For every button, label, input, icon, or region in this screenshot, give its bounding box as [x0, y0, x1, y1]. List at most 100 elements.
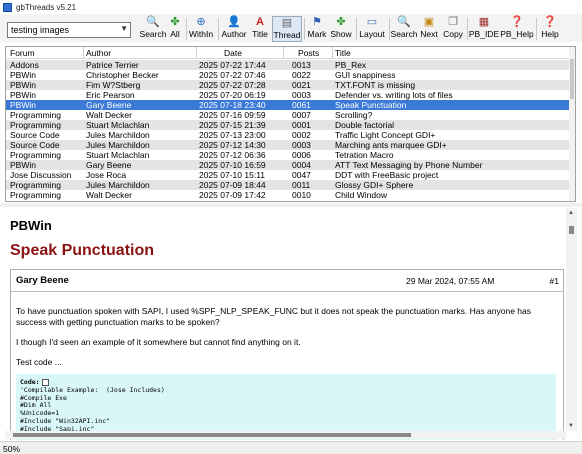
- author-button[interactable]: 👤 Author: [220, 16, 248, 42]
- cell-date: 2025 07-10 15:11: [199, 170, 266, 180]
- topic-title: Speak Punctuation: [10, 242, 155, 259]
- status-bar: 50%: [0, 441, 582, 454]
- layout-icon: ▭: [366, 16, 378, 28]
- all-button-label: All: [170, 29, 180, 39]
- within-button[interactable]: ⊕ WithIn: [188, 16, 214, 42]
- thread-row[interactable]: Programming Stuart Mclachlan 2025 07-12 06…: [6, 150, 572, 160]
- thread-row[interactable]: Programming Walt Decker 2025 07-16 09:59 00…: [6, 110, 572, 120]
- column-header-author[interactable]: Author: [86, 48, 111, 58]
- cell-date: 2025 07-09 17:42: [199, 190, 266, 200]
- code-select-checkbox[interactable]: [41, 378, 49, 386]
- thread-button[interactable]: ▤ Thread: [272, 16, 302, 42]
- cell-forum: Addons: [10, 60, 39, 70]
- horizontal-scrollbar[interactable]: [5, 431, 566, 439]
- help-icon: ❓: [510, 16, 524, 28]
- chevron-down-icon[interactable]: ▼: [120, 24, 128, 33]
- search-button[interactable]: 🔍 Search: [139, 16, 167, 42]
- post-paragraph: I though I'd seen an example of it somew…: [16, 337, 301, 347]
- thread-row[interactable]: Programming Walt Decker 2025 07-09 17:42 00…: [6, 190, 572, 200]
- cell-author: Jules Marchildon: [86, 180, 150, 190]
- thread-row[interactable]: Programming Jules Marchildon 2025 07-09 18…: [6, 180, 572, 190]
- help-icon: ❓: [543, 16, 557, 28]
- thread-row[interactable]: Jose Discussion Jose Roca 2025 07-10 15:11…: [6, 170, 572, 180]
- scroll-thumb[interactable]: [13, 433, 411, 437]
- next-button[interactable]: ▣ Next: [418, 16, 440, 42]
- column-divider[interactable]: [332, 47, 333, 59]
- title-button-label: Title: [252, 29, 268, 39]
- search-combo[interactable]: testing images ▼: [7, 22, 131, 38]
- cell-author: Gary Beene: [86, 100, 132, 110]
- cell-author: Stuart Mclachlan: [86, 150, 150, 160]
- cell-forum: Programming: [10, 120, 62, 130]
- column-header-forum[interactable]: Forum: [10, 48, 35, 58]
- column-header-date[interactable]: Date: [224, 48, 242, 58]
- column-divider[interactable]: [83, 47, 84, 59]
- pb-ide-button[interactable]: ▦ PB_IDE: [469, 16, 499, 42]
- thread-view-scrollbar[interactable]: ▲ ▼: [566, 208, 577, 431]
- column-header-title[interactable]: Title: [335, 48, 351, 58]
- cell-title: Child Window: [335, 190, 387, 200]
- thread-row[interactable]: Source Code Jules Marchildon 2025 07-12 14…: [6, 140, 572, 150]
- scroll-thumb[interactable]: [569, 226, 574, 234]
- cell-date: 2025 07-10 16:59: [199, 160, 266, 170]
- cell-posts: 0013: [292, 60, 311, 70]
- column-header-posts[interactable]: Posts: [298, 48, 319, 58]
- cell-date: 2025 07-12 14:30: [199, 140, 266, 150]
- thread-row[interactable]: Programming Stuart Mclachlan 2025 07-15 21…: [6, 120, 572, 130]
- mark-button[interactable]: ⚑ Mark: [306, 16, 328, 42]
- cell-posts: 0022: [292, 70, 311, 80]
- post-paragraph: Test code ...: [16, 357, 62, 367]
- title-button[interactable]: A Title: [249, 16, 271, 42]
- thread-row[interactable]: PBWin Gary Beene 2025 07-10 16:59 0004 ATT T…: [6, 160, 572, 170]
- column-divider[interactable]: [196, 47, 197, 59]
- post-body: To have punctuation spoken with SAPI, I …: [16, 306, 556, 377]
- thread-list[interactable]: Forum Author Date Posts Title Addons Patr…: [5, 46, 576, 202]
- next-button-label: Next: [420, 29, 438, 39]
- cell-posts: 0010: [292, 190, 311, 200]
- scroll-up-icon[interactable]: ▲: [568, 210, 574, 216]
- thread-list-scrollbar[interactable]: [569, 47, 575, 201]
- cell-date: 2025 07-13 23:00: [199, 130, 266, 140]
- thread-row[interactable]: Addons Patrice Terrier 2025 07-22 17:44 001…: [6, 60, 572, 70]
- copy-button-label: Copy: [443, 29, 463, 39]
- cell-date: 2025 07-09 18:44: [199, 180, 266, 190]
- thread-row[interactable]: PBWin Fim W?Stberg 2025 07-22 07:28 0021 TXT…: [6, 80, 572, 90]
- scroll-thumb[interactable]: [570, 59, 574, 99]
- layout-button[interactable]: ▭ Layout: [358, 16, 386, 42]
- toolbar-separator: [304, 18, 305, 40]
- thread-row[interactable]: Source Code Jules Marchildon 2025 07-13 23…: [6, 130, 572, 140]
- thread-row[interactable]: PBWin Eric Pearson 2025 07-20 06:19 0003 Def…: [6, 90, 572, 100]
- cell-date: 2025 07-12 06:36: [199, 150, 266, 160]
- scroll-down-icon[interactable]: ▼: [568, 423, 574, 429]
- cell-title: ATT Text Messaging by Phone Number: [335, 160, 483, 170]
- search-next-label: Search: [390, 29, 418, 39]
- cell-author: Walt Decker: [86, 110, 132, 120]
- show-button[interactable]: ✤ Show: [329, 16, 353, 42]
- cell-author: Jules Marchildon: [86, 130, 150, 140]
- cell-author: Eric Pearson: [86, 90, 135, 100]
- pane-splitter[interactable]: [0, 203, 582, 207]
- title-bar: gbThreads v5.21: [0, 0, 582, 14]
- cell-title: Defender vs. writing lots of files: [335, 90, 453, 100]
- thread-row[interactable]: PBWin Gary Beene 2025 07-18 23:40 0061 Speak…: [6, 100, 572, 110]
- all-button[interactable]: ✤ All: [166, 16, 184, 42]
- search-button-label: Search: [139, 29, 167, 39]
- search-next-button[interactable]: 🔍 Search: [390, 16, 418, 42]
- help-button[interactable]: ❓ Help: [538, 16, 562, 42]
- toolbar-separator: [218, 18, 219, 40]
- cell-title: Marching ants marquee GDI+: [335, 140, 447, 150]
- cell-author: Stuart Mclachlan: [86, 120, 150, 130]
- cell-date: 2025 07-20 06:19: [199, 90, 266, 100]
- copy-button[interactable]: ❐ Copy: [441, 16, 465, 42]
- column-divider[interactable]: [283, 47, 284, 59]
- cell-author: Walt Decker: [86, 190, 132, 200]
- cell-forum: PBWin: [10, 90, 36, 100]
- pb-help-button[interactable]: ❓ PB_Help: [500, 16, 534, 42]
- cell-forum: Programming: [10, 150, 62, 160]
- thread-row[interactable]: PBWin Christopher Becker 2025 07-22 07:46 0…: [6, 70, 572, 80]
- cell-forum: PBWin: [10, 80, 36, 90]
- help-button-label: Help: [541, 29, 559, 39]
- cell-posts: 0003: [292, 140, 311, 150]
- cell-posts: 0006: [292, 150, 311, 160]
- app-icon: [3, 2, 12, 12]
